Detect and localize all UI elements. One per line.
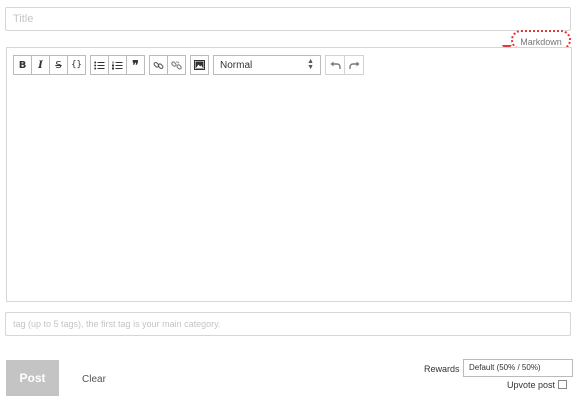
rewards-label: Rewards — [424, 364, 460, 374]
upvote-post-label: Upvote post — [507, 380, 556, 390]
code-icon: {} — [71, 60, 82, 70]
strikethrough-icon: S — [55, 59, 62, 71]
unlink-icon — [171, 60, 182, 69]
post-button[interactable]: Post — [6, 360, 59, 396]
image-button[interactable] — [190, 55, 209, 75]
toolbar-group-media — [190, 55, 209, 75]
tags-input[interactable] — [5, 312, 571, 336]
heading-format-select[interactable]: Normal ▲ ▼ — [213, 55, 321, 75]
toolbar-group-history — [325, 55, 364, 75]
clear-button[interactable]: Clear — [82, 374, 106, 385]
bold-button[interactable]: B — [13, 55, 32, 75]
numbered-list-button[interactable] — [108, 55, 127, 75]
toolbar-group-lists: ❞ — [90, 55, 145, 75]
image-icon — [194, 60, 205, 70]
strikethrough-button[interactable]: S — [49, 55, 68, 75]
bold-icon: B — [18, 59, 27, 71]
upvote-post-checkbox[interactable] — [558, 380, 567, 389]
toolbar-group-text: B I S {} — [13, 55, 86, 75]
numbered-list-icon — [112, 61, 123, 69]
undo-button[interactable] — [325, 55, 345, 75]
italic-icon: I — [38, 59, 43, 71]
quote-icon: ❞ — [132, 58, 139, 72]
title-input[interactable] — [5, 7, 571, 31]
unlink-button[interactable] — [167, 55, 186, 75]
rewards-select[interactable]: Default (50% / 50%) — [463, 359, 573, 377]
link-icon — [153, 61, 164, 69]
editor-area[interactable]: B I S {} ❞ Normal ▲ ▼ — [6, 47, 572, 302]
editor-toolbar: B I S {} ❞ Normal ▲ ▼ — [13, 55, 368, 75]
bullet-list-button[interactable] — [90, 55, 109, 75]
code-button[interactable]: {} — [67, 55, 86, 75]
updown-chevron-icon: ▲ ▼ — [307, 58, 314, 71]
italic-button[interactable]: I — [31, 55, 50, 75]
quote-button[interactable]: ❞ — [126, 55, 145, 75]
redo-button[interactable] — [344, 55, 364, 75]
link-button[interactable] — [149, 55, 168, 75]
format-select-value: Normal — [220, 59, 253, 71]
bullet-list-icon — [94, 61, 105, 69]
undo-icon — [330, 61, 341, 69]
redo-icon — [348, 61, 359, 69]
toolbar-group-links — [149, 55, 186, 75]
